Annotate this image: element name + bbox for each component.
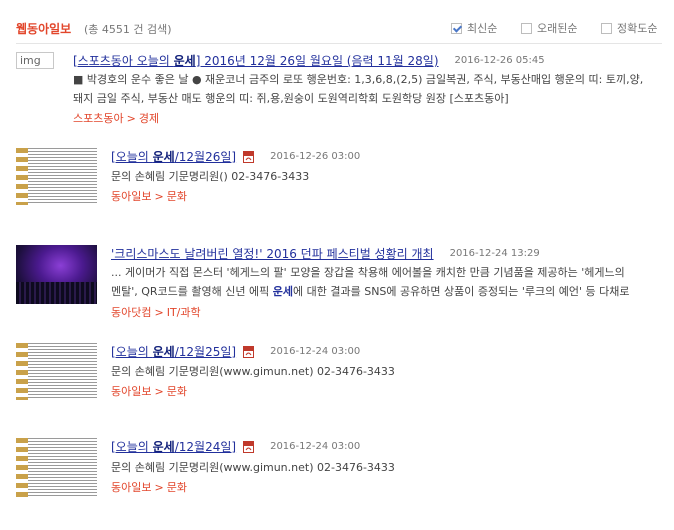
result-title-link[interactable]: [오늘의 운세/12월25일]: [111, 343, 236, 360]
newspaper-thumbnail[interactable]: [16, 148, 97, 205]
result-title-link[interactable]: [오늘의 운세/12월26일]: [111, 148, 236, 165]
title-text: /12월24일]: [174, 440, 237, 454]
breadcrumb-category[interactable]: 문화: [167, 481, 187, 494]
source-title: 웹동아일보: [16, 22, 72, 36]
title-text: [오늘의: [111, 150, 153, 164]
result-title-link[interactable]: [오늘의 운세/12월24일]: [111, 438, 236, 455]
snippet-line: 문의 손혜림 기문명리원(www.gimun.net) 02-3476-3433: [111, 365, 395, 378]
snippet-text: 멘탈', QR코드를 촬영해 신년 에픽: [111, 285, 273, 298]
breadcrumb-source[interactable]: 동아일보: [111, 385, 151, 398]
result-date: 2016-12-24 03:00: [270, 441, 361, 452]
result-snippet: ■ 박경호의 운수 좋은 날 ● 재운코너 금주의 로또 행운번호: 1,3,6…: [73, 70, 673, 108]
title-highlight: 운세: [152, 150, 175, 164]
title-text: '크리스마스도 날려버린 열정!' 2016 던파 페스티벌 성황리 개최: [111, 247, 434, 261]
results-header: 웹동아일보 (총 4551 건 검색) 최신순 오래된순 정확도순: [0, 0, 674, 46]
snippet-text: 에 대한 결과를 SNS에 공유하면 상품이 증정되는 '루크의 예언' 등 다…: [293, 285, 630, 298]
result-date: 2016-12-24 13:29: [449, 248, 540, 259]
title-text: /12월26일]: [174, 150, 237, 164]
snippet-highlight: 운세: [272, 285, 293, 298]
breadcrumb[interactable]: 동아일보 > 문화: [111, 383, 187, 399]
breadcrumb-category[interactable]: 문화: [167, 385, 187, 398]
sort-oldest[interactable]: 오래된순: [521, 20, 577, 36]
snippet-line: 멘탈', QR코드를 촬영해 신년 에픽 운세에 대한 결과를 SNS에 공유하…: [111, 282, 671, 301]
sort-latest-label: 최신순: [467, 22, 498, 35]
snippet-line: 문의 손혜림 기문명리원() 02-3476-3433: [111, 170, 310, 183]
pdf-icon[interactable]: [243, 440, 255, 453]
divider: [16, 43, 662, 44]
breadcrumb-category[interactable]: 경제: [139, 112, 159, 125]
pdf-icon[interactable]: [243, 345, 255, 358]
result-snippet: 문의 손혜림 기문명리원(www.gimun.net) 02-3476-3433: [111, 458, 395, 477]
result-title-link[interactable]: '크리스마스도 날려버린 열정!' 2016 던파 페스티벌 성황리 개최: [111, 245, 434, 262]
result-snippet: ... 게이머가 직접 몬스터 '헤게느의 팔' 모양을 장갑을 착용해 에어볼…: [111, 263, 671, 301]
snippet-line: 문의 손혜림 기문명리원(www.gimun.net) 02-3476-3433: [111, 461, 395, 474]
result-title-link[interactable]: [스포츠동아 오늘의 운세] 2016년 12월 26일 월요일 (음력 11월…: [73, 52, 439, 69]
breadcrumb[interactable]: 동아일보 > 문화: [111, 188, 187, 204]
breadcrumb[interactable]: 동아일보 > 문화: [111, 479, 187, 495]
checkbox-icon[interactable]: [521, 22, 532, 34]
breadcrumb[interactable]: 동아닷컴 > IT/과학: [111, 304, 201, 320]
sort-accuracy[interactable]: 정확도순: [601, 20, 657, 36]
result-item: [오늘의 운세/12월25일] 2016-12-24 03:00 문의 손혜림 …: [16, 343, 666, 423]
title-highlight: 운세: [173, 54, 196, 68]
chevron-right-icon: >: [154, 306, 164, 319]
image-alt-text: img: [20, 54, 41, 67]
broken-image-icon[interactable]: img: [16, 52, 54, 69]
result-count: (총 4551 건 검색): [84, 23, 172, 36]
pdf-icon[interactable]: [243, 150, 255, 163]
result-item: '크리스마스도 날려버린 열정!' 2016 던파 페스티벌 성황리 개최 20…: [16, 245, 666, 325]
result-date: 2016-12-26 05:45: [454, 55, 545, 66]
breadcrumb-category[interactable]: 문화: [167, 190, 187, 203]
result-item: [오늘의 운세/12월24일] 2016-12-24 03:00 문의 손혜림 …: [16, 438, 666, 518]
breadcrumb-source[interactable]: 스포츠동아: [73, 112, 124, 125]
result-item: [오늘의 운세/12월26일] 2016-12-26 03:00 문의 손혜림 …: [16, 148, 666, 228]
snippet-line: ... 게이머가 직접 몬스터 '헤게느의 팔' 모양을 장갑을 착용해 에어볼…: [111, 266, 625, 279]
snippet-line: 돼지 금일 주식, 부동산 매도 행운의 띠: 쥐,용,원숭이 도원역리학회 도…: [73, 92, 509, 105]
sort-latest[interactable]: 최신순: [451, 20, 497, 36]
title-text: [오늘의: [111, 440, 153, 454]
title-text: [오늘의: [111, 345, 153, 359]
photo-thumbnail[interactable]: [16, 245, 97, 304]
checkbox-icon[interactable]: [601, 22, 612, 34]
breadcrumb-source[interactable]: 동아일보: [111, 481, 151, 494]
breadcrumb[interactable]: 스포츠동아 > 경제: [73, 110, 159, 126]
title-highlight: 운세: [152, 345, 175, 359]
newspaper-thumbnail[interactable]: [16, 343, 97, 400]
chevron-right-icon: >: [154, 385, 164, 398]
chevron-right-icon: >: [126, 112, 136, 125]
title-highlight: 운세: [152, 440, 175, 454]
sort-accuracy-label: 정확도순: [617, 22, 658, 35]
title-text: ] 2016년 12월 26일 월요일 (음력 11월 28일): [195, 54, 439, 68]
result-date: 2016-12-24 03:00: [270, 346, 361, 357]
sort-oldest-label: 오래된순: [537, 22, 578, 35]
checkbox-checked-icon[interactable]: [451, 22, 462, 34]
result-snippet: 문의 손혜림 기문명리원(www.gimun.net) 02-3476-3433: [111, 362, 395, 381]
chevron-right-icon: >: [154, 481, 164, 494]
breadcrumb-source[interactable]: 동아일보: [111, 190, 151, 203]
result-snippet: 문의 손혜림 기문명리원() 02-3476-3433: [111, 167, 309, 186]
newspaper-thumbnail[interactable]: [16, 438, 97, 498]
breadcrumb-source[interactable]: 동아닷컴: [111, 306, 151, 319]
snippet-line: ■ 박경호의 운수 좋은 날 ● 재운코너 금주의 로또 행운번호: 1,3,6…: [73, 73, 644, 86]
result-date: 2016-12-26 03:00: [270, 151, 361, 162]
breadcrumb-category[interactable]: IT/과학: [167, 306, 201, 319]
result-item: img [스포츠동아 오늘의 운세] 2016년 12월 26일 월요일 (음력…: [16, 52, 666, 132]
title-text: [스포츠동아 오늘의: [73, 54, 174, 68]
chevron-right-icon: >: [154, 190, 164, 203]
title-text: /12월25일]: [174, 345, 237, 359]
